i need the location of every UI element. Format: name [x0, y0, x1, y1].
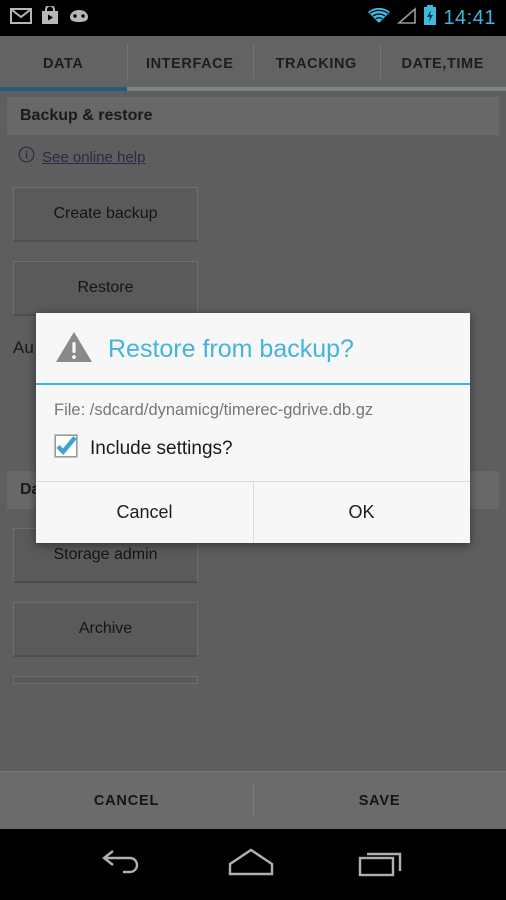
tab-bar: DATA INTERFACE TRACKING DATE,TIME: [0, 36, 506, 91]
dialog-title-row: Restore from backup?: [36, 313, 470, 385]
warning-triangle-icon: [54, 329, 94, 370]
home-icon[interactable]: [225, 845, 277, 884]
next-button-partial[interactable]: [13, 676, 198, 684]
dialog-ok-button[interactable]: OK: [253, 482, 470, 543]
status-clock: 14:41: [443, 6, 496, 29]
android-screen: 14:41 DATA INTERFACE TRACKING DATE,TIME …: [0, 0, 506, 900]
info-circle-icon: [18, 146, 35, 168]
dialog-button-row: Cancel OK: [36, 481, 470, 543]
tab-tracking[interactable]: TRACKING: [253, 36, 380, 91]
checkbox-checked-icon[interactable]: [54, 434, 78, 463]
recent-apps-icon[interactable]: [356, 845, 406, 884]
archive-button[interactable]: Archive: [13, 602, 198, 657]
tab-date-time-label: DATE,TIME: [401, 55, 484, 72]
tab-interface[interactable]: INTERFACE: [126, 36, 253, 91]
restore-backup-dialog: Restore from backup? File: /sdcard/dynam…: [36, 313, 470, 543]
dialog-body: File: /sdcard/dynamicg/timerec-gdrive.db…: [36, 385, 470, 481]
tab-date-time[interactable]: DATE,TIME: [379, 36, 506, 91]
status-system-icons: 14:41: [367, 5, 496, 31]
include-settings-row[interactable]: Include settings?: [54, 434, 452, 463]
signal-no-service-icon: [397, 6, 417, 30]
battery-charging-icon: [423, 5, 437, 31]
email-icon: [10, 7, 32, 29]
save-button[interactable]: SAVE: [253, 772, 506, 829]
cancel-button[interactable]: CANCEL: [0, 772, 253, 829]
wifi-icon: [367, 7, 391, 30]
tab-tracking-label: TRACKING: [275, 55, 357, 72]
status-bar: 14:41: [0, 0, 506, 36]
restore-button[interactable]: Restore: [13, 261, 198, 316]
include-settings-label: Include settings?: [90, 437, 233, 459]
online-help-row[interactable]: See online help: [0, 135, 506, 168]
dialog-file-path: File: /sdcard/dynamicg/timerec-gdrive.db…: [54, 401, 374, 419]
back-arrow-icon[interactable]: [100, 845, 146, 884]
tab-interface-label: INTERFACE: [145, 55, 234, 72]
navigation-bar: [0, 829, 506, 900]
status-notification-icons: [10, 4, 90, 30]
create-backup-button[interactable]: Create backup: [13, 187, 198, 242]
section-header-backup-restore: Backup & restore: [7, 97, 499, 135]
android-face-icon: [68, 8, 90, 29]
online-help-link[interactable]: See online help: [42, 149, 145, 166]
bottom-action-bar: CANCEL SAVE: [0, 771, 506, 829]
play-store-icon: [41, 4, 59, 30]
dialog-cancel-button[interactable]: Cancel: [36, 482, 253, 543]
tab-data[interactable]: DATA: [0, 36, 127, 91]
dialog-title: Restore from backup?: [108, 335, 354, 363]
tab-data-label: DATA: [42, 55, 84, 72]
